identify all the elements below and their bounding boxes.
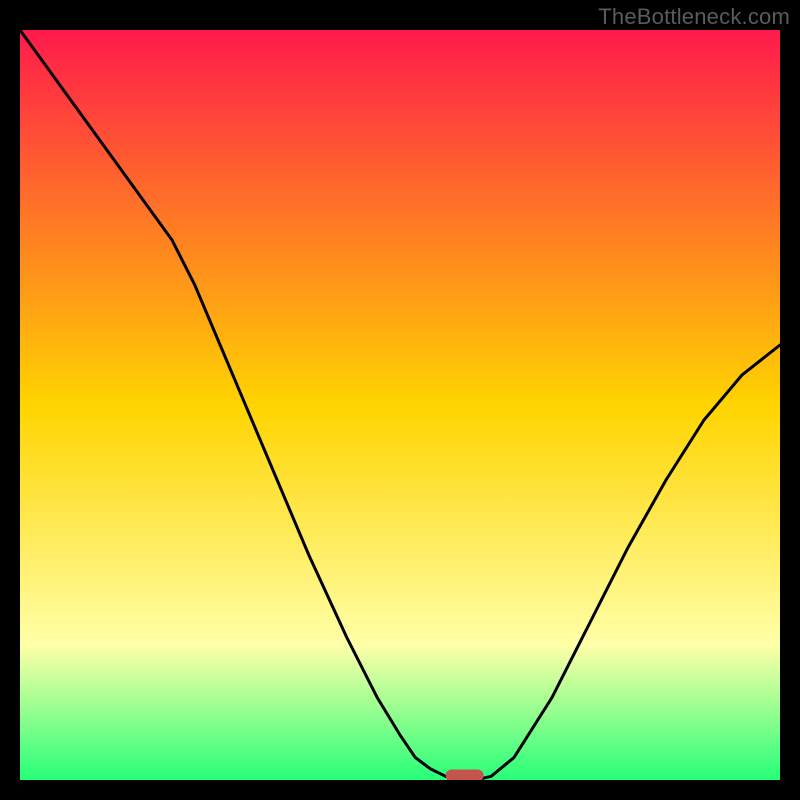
chart-svg (20, 30, 780, 780)
gradient-background (20, 30, 780, 780)
bottleneck-chart (20, 30, 780, 780)
chart-frame: TheBottleneck.com (0, 0, 800, 800)
watermark-label: TheBottleneck.com (598, 4, 790, 30)
optimal-marker (446, 770, 484, 781)
